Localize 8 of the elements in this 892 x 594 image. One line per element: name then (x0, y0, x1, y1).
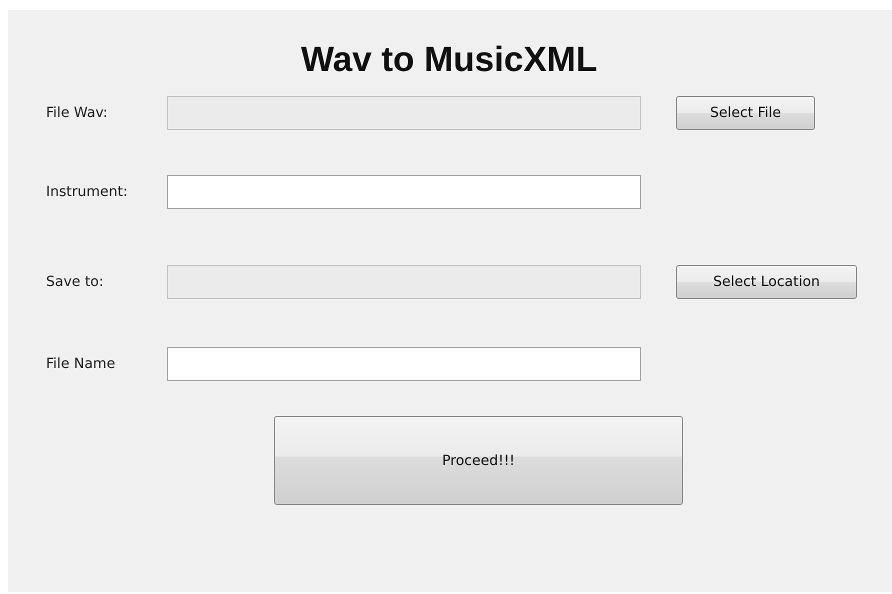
input-field[interactable] (167, 175, 641, 209)
field-label: Instrument: (46, 184, 129, 200)
field-label: File Wav: (46, 105, 109, 121)
window-title: Wav to MusicXML (301, 40, 598, 80)
proceed-button[interactable]: Proceed!!! (274, 416, 683, 505)
field-label: File Name (46, 356, 116, 372)
input-field[interactable] (167, 347, 641, 381)
field-label: Save to: (46, 274, 105, 290)
